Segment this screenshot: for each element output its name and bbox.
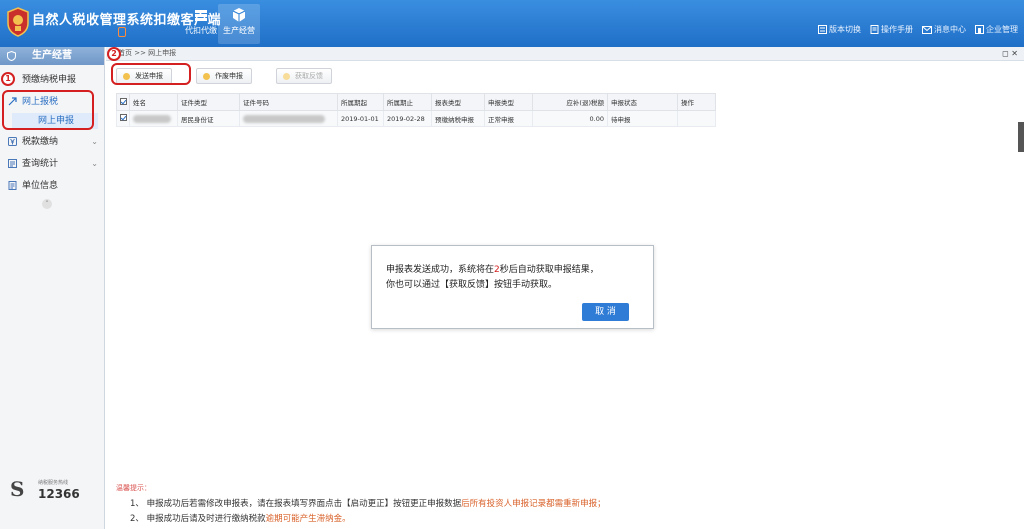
cell-id-number bbox=[239, 110, 338, 127]
send-success-dialog: 申报表发送成功，系统将在2秒后自动获取申报结果， 你也可以通过【获取反馈】按钮手… bbox=[371, 245, 654, 329]
chevron-down-icon: ⌄ bbox=[91, 159, 98, 168]
select-all-checkbox[interactable] bbox=[116, 93, 130, 111]
row-checkbox[interactable] bbox=[116, 110, 130, 127]
hotline-number: 12366 bbox=[38, 487, 80, 501]
sidebar-item-query-stats[interactable]: 查询统计 ⌄ bbox=[0, 153, 104, 175]
manual-icon bbox=[870, 25, 879, 34]
column-header: 所属期止 bbox=[383, 93, 432, 111]
breadcrumb: 首页 >> 网上申报 bbox=[118, 49, 177, 57]
sidebar-item-prepay-declare[interactable]: 预缴纳税申报 bbox=[0, 69, 104, 91]
column-header: 所属期起 bbox=[337, 93, 384, 111]
column-header: 证件号码 bbox=[239, 93, 338, 111]
tax-emblem-icon bbox=[7, 7, 29, 37]
table-header-row: 姓名 证件类型 证件号码 所属期起 所属期止 报表类型 申报类型 应补(退)税额… bbox=[116, 93, 716, 111]
collapse-sidebar-icon[interactable]: ˄ bbox=[42, 199, 52, 209]
tip-line: 2、 申报成功后请及时进行缴纳税款逾期可能产生滞纳金。 bbox=[130, 514, 351, 524]
column-header: 应补(退)税额 bbox=[532, 93, 608, 111]
cell-id-type: 居民身份证 bbox=[177, 110, 240, 127]
dialog-message: 申报表发送成功，系统将在2秒后自动获取申报结果， 你也可以通过【获取反馈】按钮手… bbox=[386, 265, 599, 290]
list-icon bbox=[8, 159, 17, 168]
annotation-badge-2: 2 bbox=[107, 47, 121, 61]
stack-icon bbox=[195, 10, 207, 21]
redacted-name bbox=[133, 114, 171, 123]
doc-icon bbox=[8, 181, 17, 190]
column-header: 证件类型 bbox=[177, 93, 240, 111]
sidebar-item-label: 单位信息 bbox=[22, 181, 59, 191]
get-feedback-button[interactable]: 获取反馈 bbox=[276, 68, 332, 84]
tip-line: 1、 申报成功后若需修改申报表，请在报表填写界面点击【启动更正】按钮更正申报数据… bbox=[130, 499, 606, 509]
sidebar-item-label: 查询统计 bbox=[22, 159, 59, 169]
annotation-badge-1: 1 bbox=[1, 72, 15, 86]
table-row[interactable]: 居民身份证 2019-01-01 2019-02-28 预缴纳税申报 正常申报 … bbox=[116, 110, 716, 127]
sidebar-header: 生产经营 bbox=[0, 47, 104, 65]
sidebar-item-unit-info[interactable]: 单位信息 bbox=[0, 175, 104, 197]
switch-icon bbox=[818, 25, 827, 34]
module-label: 生产经营 bbox=[223, 26, 255, 35]
annotation-box-sidebar bbox=[2, 90, 94, 130]
message-center-link[interactable]: 消息中心 bbox=[922, 24, 966, 35]
cell-operation[interactable] bbox=[677, 110, 716, 127]
column-header: 申报类型 bbox=[484, 93, 533, 111]
enterprise-icon bbox=[975, 25, 984, 34]
void-declare-button[interactable]: 作废申报 bbox=[196, 68, 252, 84]
main-panel: 首页 >> 网上申报 ◻ ✕ 发送申报 作废申报 获取反馈 姓名 证件类型 证件… bbox=[106, 47, 1024, 529]
hotline-logo-icon: S bbox=[10, 477, 25, 501]
redacted-id bbox=[243, 114, 325, 123]
sidebar-item-tax-payment[interactable]: 税款缴纳 ⌄ bbox=[0, 131, 104, 153]
yen-icon bbox=[8, 137, 17, 146]
sidebar-item-label: 税款缴纳 bbox=[22, 137, 59, 147]
cube-icon bbox=[232, 8, 246, 22]
window-controls[interactable]: ◻ ✕ bbox=[1002, 47, 1018, 60]
column-header: 姓名 bbox=[129, 93, 178, 111]
app-version-tag bbox=[118, 27, 126, 37]
chevron-down-icon: ⌄ bbox=[91, 137, 98, 146]
dialog-cancel-button[interactable]: 取 消 bbox=[582, 303, 629, 321]
sidebar-title: 生产经营 bbox=[32, 50, 72, 61]
version-switch-link[interactable]: 版本切换 bbox=[818, 24, 861, 35]
cell-report-type: 预缴纳税申报 bbox=[431, 110, 485, 127]
cell-name bbox=[129, 110, 178, 127]
shield-icon bbox=[7, 51, 16, 61]
module-production-button[interactable]: 生产经营 bbox=[218, 4, 260, 44]
declare-table: 姓名 证件类型 证件号码 所属期起 所属期止 报表类型 申报类型 应补(退)税额… bbox=[116, 93, 716, 127]
enterprise-manage-link[interactable]: 企业管理 bbox=[975, 24, 1018, 35]
mail-icon bbox=[922, 25, 932, 34]
manual-link[interactable]: 操作手册 bbox=[870, 24, 913, 35]
column-header: 报表类型 bbox=[431, 93, 485, 111]
cell-period-start: 2019-01-01 bbox=[337, 110, 384, 127]
cell-status: 待申报 bbox=[607, 110, 678, 127]
column-header: 申报状态 bbox=[607, 93, 678, 111]
cell-period-end: 2019-02-28 bbox=[383, 110, 432, 127]
cell-declare-type: 正常申报 bbox=[484, 110, 533, 127]
module-withholding-button[interactable]: 代扣代缴 bbox=[180, 4, 222, 44]
tips-title: 温馨提示： bbox=[116, 484, 151, 492]
feedback-icon bbox=[283, 73, 290, 80]
tips-panel: 温馨提示： 1、 申报成功后若需修改申报表，请在报表填写界面点击【启动更正】按钮… bbox=[116, 483, 1016, 527]
annotation-box-send bbox=[111, 63, 191, 85]
title-bar: 自然人税收管理系统扣缴客户端 代扣代缴 生产经营 版本切换 操作手册 消息中心 … bbox=[0, 0, 1024, 47]
breadcrumb-bar: 首页 >> 网上申报 ◻ ✕ bbox=[106, 47, 1024, 61]
top-links: 版本切换 操作手册 消息中心 企业管理 bbox=[818, 24, 1018, 35]
sidebar-item-label: 预缴纳税申报 bbox=[22, 75, 77, 85]
column-header: 操作 bbox=[677, 93, 716, 111]
toolbar: 发送申报 作废申报 获取反馈 bbox=[106, 65, 1024, 87]
module-label: 代扣代缴 bbox=[185, 26, 217, 35]
cell-tax-amount: 0.00 bbox=[532, 110, 608, 127]
hotline-label: 纳税服务热线 bbox=[38, 480, 69, 486]
void-icon bbox=[203, 73, 210, 80]
side-scroll-tab[interactable] bbox=[1018, 122, 1024, 152]
